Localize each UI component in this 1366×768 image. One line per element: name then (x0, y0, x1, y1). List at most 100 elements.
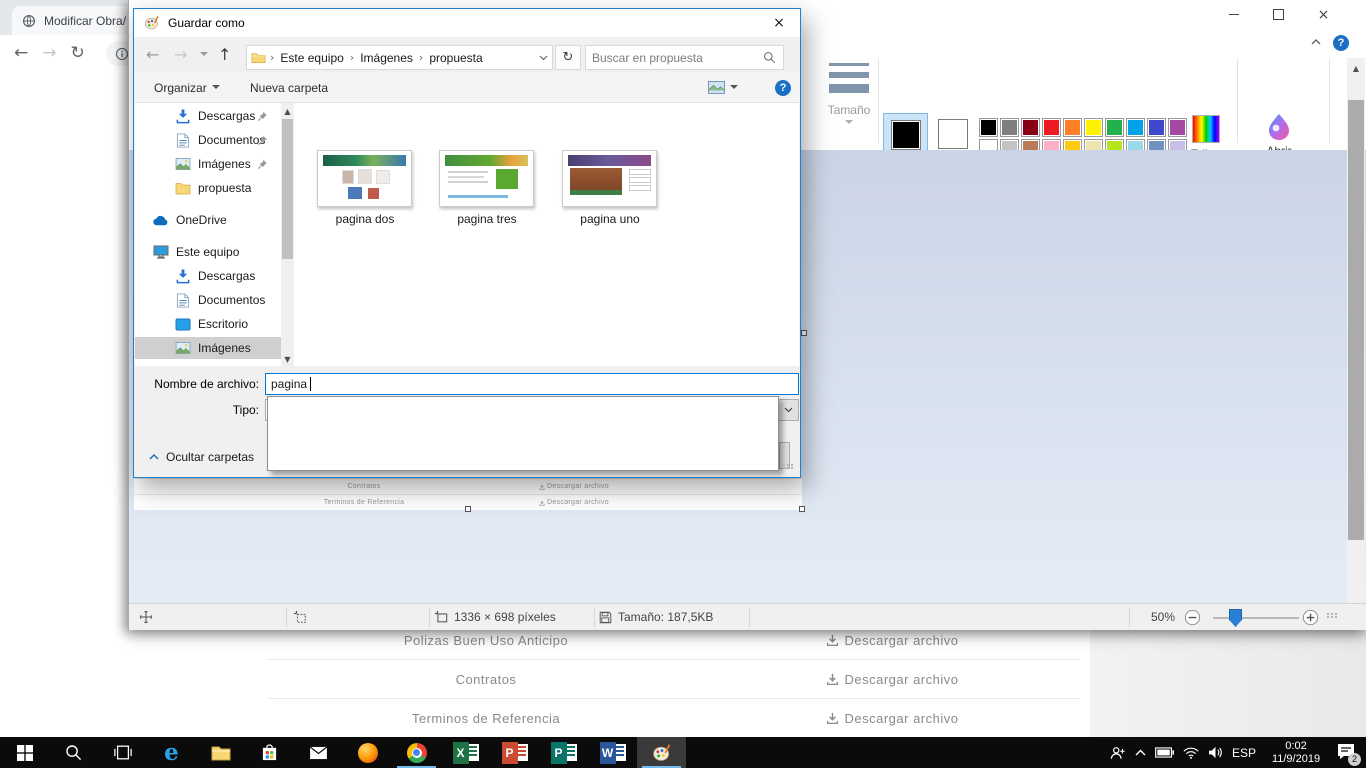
canvas-scrollbar[interactable]: ▲ (1347, 58, 1365, 603)
download-icon (826, 673, 839, 686)
taskbar-chrome[interactable] (392, 737, 441, 768)
sidebar-item-imagenes-pc[interactable]: Imágenes (135, 337, 281, 359)
breadcrumb-item[interactable]: propuesta (427, 51, 484, 65)
scroll-up-icon[interactable]: ▲ (281, 103, 294, 116)
sidebar-item-este-equipo[interactable]: Este equipo (135, 241, 281, 263)
zoom-out-button[interactable] (1184, 608, 1201, 626)
scrollbar-thumb[interactable] (1348, 100, 1364, 540)
taskbar-store[interactable] (245, 737, 294, 768)
wifi-icon[interactable] (1183, 747, 1199, 759)
view-mode-button[interactable] (708, 73, 738, 102)
filename-input[interactable]: pagina (265, 373, 799, 395)
taskbar-paint[interactable] (637, 737, 686, 768)
dialog-resize-grip[interactable] (783, 464, 794, 469)
taskbar-excel[interactable]: X (441, 737, 490, 768)
collapse-ribbon-icon[interactable] (1311, 39, 1321, 45)
file-item[interactable]: pagina uno (562, 150, 658, 226)
taskbar-firefox[interactable] (343, 737, 392, 768)
resize-grip[interactable] (1327, 613, 1338, 618)
zoom-in-button[interactable] (1302, 608, 1319, 626)
pin-icon (257, 135, 268, 146)
palette-swatch[interactable] (1084, 118, 1103, 137)
scrollbar-thumb[interactable] (282, 119, 293, 259)
palette-swatch[interactable] (1126, 118, 1145, 137)
palette-swatch[interactable] (1021, 118, 1040, 137)
browser-reload-icon[interactable]: ↻ (71, 43, 85, 63)
sidebar-item-documentos-pc[interactable]: Documentos (135, 289, 281, 311)
canvas-resize-handle[interactable] (799, 506, 805, 512)
hide-folders-button[interactable]: Ocultar carpetas (149, 450, 254, 464)
palette-swatch[interactable] (1105, 118, 1124, 137)
organize-button[interactable]: Organizar (154, 73, 220, 102)
zoom-slider-track[interactable] (1213, 617, 1299, 619)
back-icon[interactable]: ← (146, 45, 159, 64)
file-item[interactable]: pagina dos (317, 150, 413, 226)
taskbar-word[interactable]: W (588, 737, 637, 768)
taskbar-mail[interactable] (294, 737, 343, 768)
canvas-resize-handle[interactable] (465, 506, 471, 512)
palette-swatch[interactable] (1063, 118, 1082, 137)
minimize-button[interactable] (1211, 0, 1256, 29)
scroll-down-icon[interactable]: ▼ (281, 355, 294, 364)
palette-swatch[interactable] (1042, 118, 1061, 137)
zoom-slider-thumb[interactable] (1229, 609, 1242, 627)
maximize-button[interactable] (1256, 0, 1301, 29)
taskbar-powerpoint[interactable]: P (490, 737, 539, 768)
taskbar-publisher[interactable]: P (539, 737, 588, 768)
palette-swatch[interactable] (979, 118, 998, 137)
sidebar-item-escritorio[interactable]: Escritorio (135, 313, 281, 335)
breadcrumb[interactable]: › Este equipo › Imágenes › propuesta (246, 45, 553, 70)
language-indicator[interactable]: ESP (1232, 746, 1256, 760)
taskbar-edge[interactable]: e (147, 737, 196, 768)
browser-back-icon[interactable]: ← (14, 43, 28, 63)
file-list[interactable]: pagina dos pagina tres (294, 103, 799, 366)
volume-icon[interactable] (1208, 746, 1223, 759)
download-link[interactable]: Descargar archivo (704, 699, 1080, 737)
sidebar-item-documentos[interactable]: Documentos (135, 129, 281, 151)
people-icon[interactable] (1110, 746, 1126, 760)
help-icon[interactable]: ? (1333, 35, 1349, 51)
sidebar-item-propuesta[interactable]: propuesta (135, 177, 281, 199)
excel-icon: X (453, 742, 479, 764)
filename-autocomplete-dropdown[interactable] (267, 396, 779, 471)
sidebar-scrollbar[interactable]: ▲ ▼ (281, 103, 294, 366)
sidebar-item-descargas[interactable]: Descargas (135, 105, 281, 127)
image-size-field: 1336 × 698 píxeles (434, 604, 556, 630)
recent-locations-icon[interactable] (200, 52, 208, 57)
hidden-icons-chevron[interactable] (1135, 749, 1146, 756)
search-icon[interactable] (763, 51, 776, 64)
sidebar-item-descargas-pc[interactable]: Descargas (135, 265, 281, 287)
page-info-icon[interactable] (115, 47, 129, 61)
refresh-button[interactable]: ↻ (555, 45, 581, 70)
sidebar-item-imagenes[interactable]: Imágenes (135, 153, 281, 175)
dialog-titlebar[interactable]: Guardar como × (134, 9, 800, 37)
sidebar-item-onedrive[interactable]: OneDrive (135, 209, 281, 231)
palette-swatch[interactable] (1147, 118, 1166, 137)
breadcrumb-item[interactable]: Este equipo (278, 51, 345, 65)
task-view-button[interactable] (98, 737, 147, 768)
dialog-close-button[interactable]: × (758, 9, 800, 37)
file-item[interactable]: pagina tres (439, 150, 535, 226)
search-input[interactable] (586, 51, 763, 65)
battery-icon[interactable] (1155, 747, 1174, 758)
help-icon[interactable]: ? (775, 80, 791, 96)
action-center-button[interactable]: 2 (1336, 742, 1358, 764)
canvas-resize-handle[interactable] (801, 330, 807, 336)
taskbar-search-button[interactable] (49, 737, 98, 768)
combo-chevron-icon[interactable] (777, 400, 798, 420)
browser-forward-icon[interactable]: → (42, 43, 56, 63)
up-icon[interactable]: ↑ (218, 45, 231, 64)
breadcrumb-item[interactable]: Imágenes (358, 51, 415, 65)
search-box[interactable] (585, 45, 784, 70)
new-folder-button[interactable]: Nueva carpeta (250, 73, 328, 102)
scroll-up-icon[interactable]: ▲ (1347, 58, 1365, 73)
clock[interactable]: 0:02 11/9/2019 (1265, 740, 1327, 766)
start-button[interactable] (0, 737, 49, 768)
size-button[interactable]: Tamaño (821, 63, 877, 125)
forward-icon[interactable]: → (174, 45, 187, 64)
download-link[interactable]: Descargar archivo (704, 660, 1080, 698)
palette-swatch[interactable] (1000, 118, 1019, 137)
close-button[interactable]: × (1301, 0, 1346, 29)
taskbar-file-explorer[interactable] (196, 737, 245, 768)
address-dropdown-icon[interactable] (539, 55, 548, 61)
